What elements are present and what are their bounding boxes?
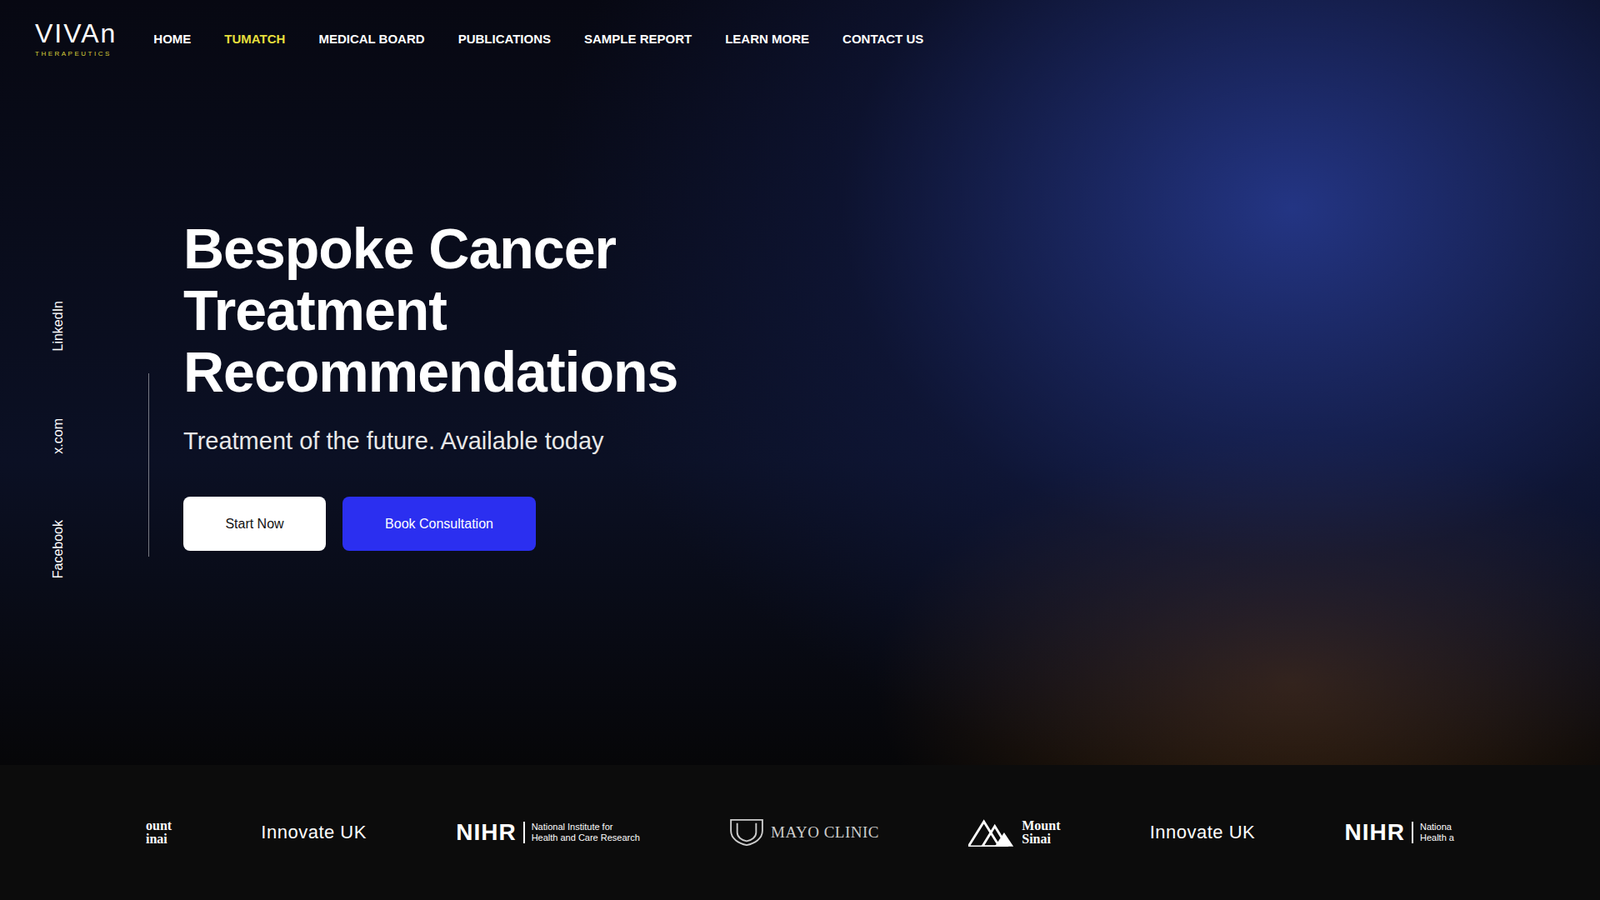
page: VIVAn THERAPEUTICS HOME TUMATCH MEDICAL BOAR… [0,0,1600,900]
cta-button[interactable]: Book Consultation [342,496,536,551]
top-nav: VIVAn THERAPEUTICS HOME TUMATCH MEDICAL BOAR… [0,0,1600,64]
nav-links: HOME TUMATCH MEDICAL BOARD PUBLICATIONS SAMP… [153,31,924,46]
hero-title: Bespoke CancerTreatmentRecommendations [183,217,678,403]
social-link[interactable]: Facebook [50,520,66,579]
nav-link[interactable]: PUBLICATIONS [458,31,551,46]
divider-line [148,373,150,557]
social-links: LinkedIn x.com Facebook [0,63,117,765]
hero-subtitle: Treatment of the future. Available today [183,427,678,455]
mountain-icon [968,818,1015,847]
logo[interactable]: VIVAn THERAPEUTICS [35,20,117,58]
hero-body: LinkedIn x.com Facebook Bespoke CancerTreat… [0,63,1600,765]
logo-tagline: THERAPEUTICS [35,50,112,58]
hero-content: Bespoke CancerTreatmentRecommendations Tr… [183,63,678,765]
partner-logo: ountinai [145,819,172,846]
nav-link[interactable]: HOME [153,31,191,46]
partner-logo: MAYO CLINIC [729,818,880,847]
partner-logo: MountSinai [968,818,1060,847]
nav-link[interactable]: CONTACT US [842,31,924,46]
logo-name: VIVAn [35,20,117,47]
partner-strip: ountinai Innovate UK NIHRNational Institut… [0,765,1600,900]
shield-icon [729,818,765,847]
partner-logo: Innovate UK [1150,821,1256,844]
nav-link[interactable]: MEDICAL BOARD [318,31,425,46]
hero: VIVAn THERAPEUTICS HOME TUMATCH MEDICAL BOAR… [0,0,1600,765]
nav-link[interactable]: LEARN MORE [725,31,810,46]
cta-button[interactable]: Start Now [183,496,326,551]
hero-buttons: Start Now Book Consultation [183,496,678,551]
partner-logo: NIHRNationaHealth a [1345,819,1455,846]
partner-logo: Innovate UK [260,821,367,844]
social-link[interactable]: LinkedIn [50,300,66,352]
social-link[interactable]: x.com [50,418,66,455]
nav-link[interactable]: TUMATCH [224,31,285,46]
nav-link[interactable]: SAMPLE REPORT [584,31,692,46]
partner-logo: NIHRNational Institute forHealth and Car… [455,819,640,846]
